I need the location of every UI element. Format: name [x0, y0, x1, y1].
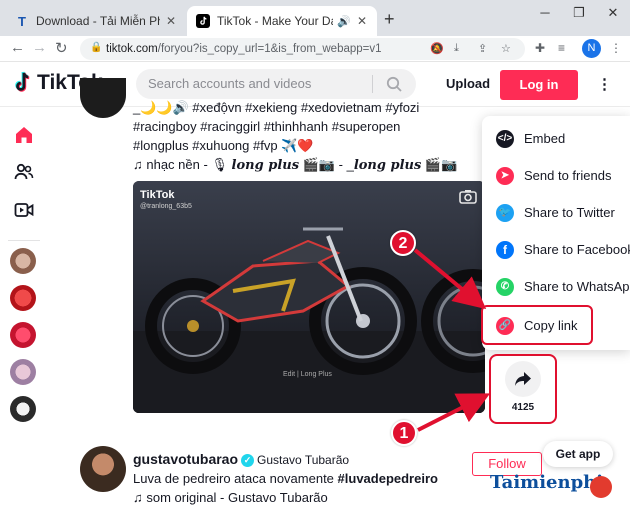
taimienphi-watermark: Taimienphi [490, 472, 604, 493]
post-caption[interactable]: Luva de pedreiro ataca novamente #luvade… [133, 471, 438, 486]
step-2-badge: 2 [390, 230, 416, 256]
post-author[interactable]: gustavotubarao ✓ Gustavo Tubarão [133, 451, 349, 467]
post-sound[interactable]: ♫ som original - Gustavo Tubarão [133, 490, 328, 505]
verified-badge-icon: ✓ [241, 454, 255, 467]
post-username: gustavotubarao [133, 451, 239, 467]
step-1-badge: 1 [391, 420, 417, 446]
post-nickname: Gustavo Tubarão [257, 453, 350, 467]
scroll-to-top-button[interactable] [590, 476, 612, 498]
post-caption-text: Luva de pedreiro ataca novamente [133, 471, 338, 486]
post-hashtag[interactable]: #luvadepedreiro [338, 471, 438, 486]
annotation-arrows [413, 248, 491, 432]
get-app-button[interactable]: Get app [543, 441, 613, 467]
post-author-avatar[interactable] [80, 446, 126, 492]
